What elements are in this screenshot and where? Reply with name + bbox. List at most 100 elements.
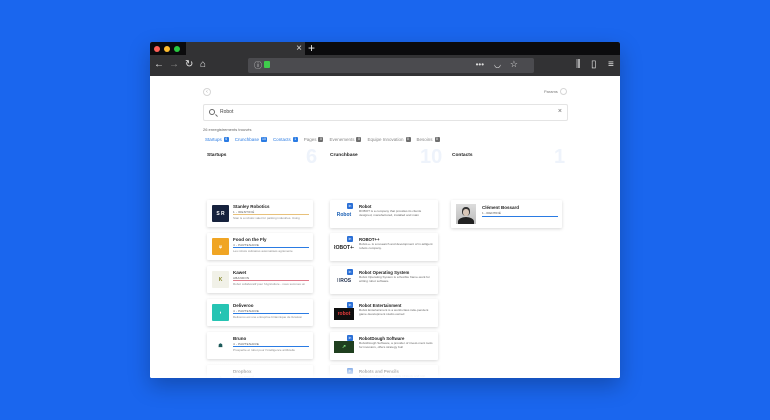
crunchbase-card[interactable]: ⁞⁞ROS in Robot Operating System Robot Opera… xyxy=(330,266,438,294)
filter-count-badge: 1 xyxy=(292,136,298,142)
filter-tab-equipe-innovation[interactable]: Equipe Innovation 0 xyxy=(367,135,411,143)
filter-count-badge: 10 xyxy=(261,136,267,142)
startup-name: Stanley Robotics xyxy=(233,204,270,209)
startup-card[interactable]: ☗ Bruno 4 - PARTENAIRE Prosperite et robot … xyxy=(207,332,313,359)
linkedin-icon[interactable]: in xyxy=(347,236,353,242)
startup-description: Deliveroo est une entreprise britannique… xyxy=(233,316,303,319)
plus-icon[interactable]: + xyxy=(308,42,315,55)
company-logo: ⁞⁞ROS xyxy=(334,275,354,287)
filter-label: Crunchbase xyxy=(234,136,260,142)
startup-logo: K xyxy=(212,271,229,288)
crunchbase-count-watermark: 10 xyxy=(420,146,443,168)
filter-label: Equipe Innovation xyxy=(367,136,404,142)
library-icon[interactable]: ⫼ xyxy=(576,59,581,71)
startups-count-watermark: 6 xyxy=(306,146,318,168)
close-icon[interactable]: × xyxy=(296,42,302,55)
startup-logo: ⍦ xyxy=(212,238,229,255)
company-description: Robots and Pencils is a mobile strategy … xyxy=(359,374,426,378)
filter-tabs: Startups 6 Crunchbase 10 Contacts 1 Pages 0 Even… xyxy=(205,135,440,143)
filter-tab-startups[interactable]: Startups 6 xyxy=(205,135,229,143)
startup-name: Deliveroo xyxy=(233,303,254,308)
startup-card[interactable]: ⍦ Food on the Fly 4 - PARTENAIRE Les robots… xyxy=(207,233,313,260)
startup-description: Robot collaboratif pour l'Agriculture - … xyxy=(233,283,306,286)
pocket-icon[interactable]: ◡ xyxy=(494,60,501,69)
startup-card[interactable]: K Kawet ABANDON Robot collaboratif pour l'A… xyxy=(207,266,313,293)
startup-status-bar xyxy=(233,247,309,248)
startup-logo: ❖ xyxy=(212,370,229,378)
startup-card[interactable]: ◗ Deliveroo 4 - PARTENAIRE Deliveroo est un… xyxy=(207,299,313,326)
params-label[interactable]: Params xyxy=(544,89,558,94)
company-description: Robot Operating System is a flexible fra… xyxy=(359,275,430,283)
crunchbase-card[interactable]: robot in Robot Entertainment Robot Entertai… xyxy=(330,299,438,327)
close-window-button[interactable] xyxy=(154,46,160,52)
browser-window: × + ← → ↻ ⌂ ⓘ ••• ◡ ☆ ⫼ ▯ ≡ ‹ Params Rob… xyxy=(150,42,620,378)
search-input[interactable]: Robot × xyxy=(203,104,568,121)
startup-name: Kawet xyxy=(233,270,247,275)
startups-column-title: Startups xyxy=(207,153,227,158)
page-content: ‹ Params Robot × 26 enregistrements trou… xyxy=(150,76,620,378)
company-logo: ↗ xyxy=(334,341,354,353)
company-description: ROBOT is a company that provides its cli… xyxy=(359,209,422,217)
menu-icon[interactable]: ≡ xyxy=(608,59,614,71)
linkedin-icon[interactable]: in xyxy=(347,203,353,209)
startup-card[interactable]: S R Stanley Robotics 1 - IDENTIFIÉ Stan is … xyxy=(207,200,313,227)
info-icon[interactable]: ⓘ xyxy=(254,60,262,71)
filter-count-badge: 0 xyxy=(405,136,411,142)
filter-tab-pages[interactable]: Pages 0 xyxy=(304,135,324,143)
crunchbase-card[interactable]: Robot in Robot ROBOT is a company that prov… xyxy=(330,200,438,228)
filter-label: Contacts xyxy=(272,136,291,142)
filter-tab-besoins[interactable]: Besoins 0 xyxy=(417,135,440,143)
contacts-column-title: Contacts xyxy=(452,153,473,158)
contact-card[interactable]: Clément Bossard 1 - IDENTIFIÉ xyxy=(451,200,562,228)
crunchbase-card[interactable]: ROBOT++inROBOT++Robot++ is a research an… xyxy=(330,233,438,261)
results-summary: 26 enregistrements trouvés xyxy=(203,127,252,132)
company-logo: ✎ xyxy=(334,374,354,378)
linkedin-icon[interactable]: in xyxy=(347,335,353,341)
startup-status-bar xyxy=(233,313,309,314)
filter-tab-contacts[interactable]: Contacts 1 xyxy=(273,135,298,143)
linkedin-icon[interactable]: in xyxy=(347,302,353,308)
filter-label: Besoins xyxy=(416,136,433,142)
filter-count-badge: 0 xyxy=(356,136,362,142)
startup-description: Prosperite et robot pour l'intelligence … xyxy=(233,349,295,352)
startup-status-bar xyxy=(233,280,309,281)
linkedin-icon[interactable]: in xyxy=(347,269,353,275)
home-icon[interactable]: ⌂ xyxy=(200,59,206,71)
more-icon[interactable]: ••• xyxy=(476,60,484,69)
startup-name: Food on the Fly xyxy=(233,237,267,242)
search-value[interactable]: Robot xyxy=(220,109,233,115)
contact-status: 1 - IDENTIFIÉ xyxy=(482,211,501,215)
star-icon[interactable]: ☆ xyxy=(510,59,518,70)
back-button[interactable]: ‹ xyxy=(203,88,211,96)
startup-logo: ☗ xyxy=(212,337,229,354)
minimize-window-button[interactable] xyxy=(164,46,170,52)
params-toggle[interactable] xyxy=(560,88,567,95)
url-bar[interactable]: ⓘ ••• ◡ ☆ xyxy=(248,58,534,73)
avatar xyxy=(456,204,476,224)
forward-arrow-icon[interactable]: → xyxy=(169,59,179,71)
crunchbase-card[interactable]: ↗ in RobotDough Software RobotDough Softwar… xyxy=(330,332,438,360)
filter-tab-crunchbase[interactable]: Crunchbase 10 xyxy=(235,135,267,143)
linkedin-icon[interactable]: in xyxy=(347,368,353,374)
company-logo: ROBOT++ xyxy=(334,242,354,254)
startup-card[interactable]: ❖ Dropbox1 - IDENTIFIÉ xyxy=(207,365,313,378)
navigation-bar: ← → ↻ ⌂ ⓘ ••• ◡ ☆ ⫼ ▯ ≡ xyxy=(150,55,620,76)
clear-icon[interactable]: × xyxy=(558,108,562,116)
contact-status-bar xyxy=(482,216,558,217)
crunchbase-card[interactable]: ✎inRobots and PencilsRobots and Pencils … xyxy=(330,365,438,378)
active-tab[interactable]: × xyxy=(186,42,305,55)
contact-name: Clément Bossard xyxy=(482,205,520,210)
filter-count-badge: 6 xyxy=(223,136,229,142)
startup-logo: ◗ xyxy=(212,304,229,321)
filter-tab-evenements[interactable]: Evenements 0 xyxy=(329,135,362,143)
tab-bar: × + xyxy=(150,42,620,55)
company-description: Robot++ is a research and development of… xyxy=(359,242,433,250)
sidebar-icon[interactable]: ▯ xyxy=(591,59,597,71)
filter-label: Startups xyxy=(205,136,222,142)
startup-status: 1 - IDENTIFIÉ xyxy=(233,375,255,378)
maximize-window-button[interactable] xyxy=(174,46,180,52)
company-description: Robot Entertainment is a world-class ind… xyxy=(359,308,429,316)
contacts-count-watermark: 1 xyxy=(554,146,566,168)
back-arrow-icon[interactable]: ← xyxy=(154,59,164,71)
reload-icon[interactable]: ↻ xyxy=(185,59,193,71)
